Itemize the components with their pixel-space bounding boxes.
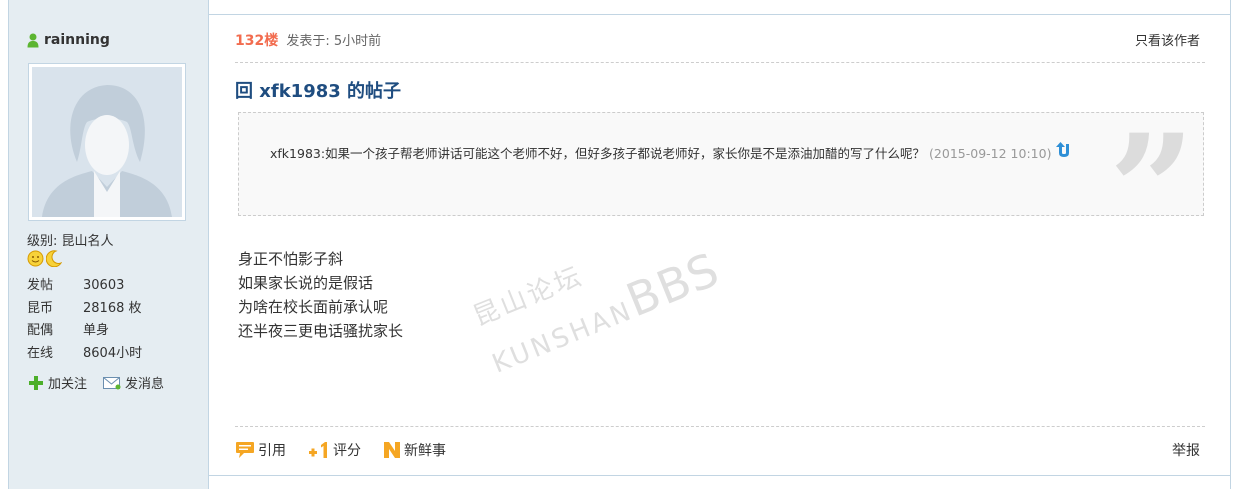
user-actions: 加关注 发消息 (28, 373, 180, 392)
quote-date: (2015-09-12 10:10) (929, 146, 1052, 161)
quote-button[interactable]: 引用 (235, 440, 286, 460)
online-user-icon (27, 33, 39, 48)
floor-number: 132楼 (235, 33, 279, 49)
stat-row: 发帖 30603 (27, 278, 125, 293)
post-body: 身正不怕影子斜 如果家长说的是假话 为啥在校长面前承认呢 还半夜三更电话骚扰家长 (238, 247, 403, 343)
post-time: 发表于: 5小时前 (286, 34, 382, 49)
divider (235, 62, 1205, 63)
rate-button[interactable]: 评分 (308, 440, 361, 460)
moon-icon (45, 250, 63, 271)
quote-text: xfk1983:如果一个孩子帮老师讲话可能这个老师不好，但好多孩子都说老师好，家… (270, 141, 1170, 168)
post-title: 回 xfk1983 的帖子 (235, 81, 402, 102)
post-line: 身正不怕影子斜 (238, 250, 344, 268)
post-line: 如果家长说的是假话 (238, 274, 374, 292)
fresh-label: 新鲜事 (404, 443, 446, 459)
goto-quote-icon[interactable] (1055, 141, 1073, 168)
speech-bubble-icon (236, 442, 254, 458)
stat-row: 配偶 单身 (27, 323, 110, 338)
plus-one-icon (309, 442, 327, 458)
post-footer: 引用 评分 新鲜事 举报 (235, 438, 1205, 462)
fresh-button[interactable]: 新鲜事 (383, 440, 446, 460)
stat-row: 在线 8604小时 (27, 346, 143, 361)
post-line: 为啥在校长面前承认呢 (238, 298, 389, 316)
plus-icon (29, 375, 43, 390)
divider (235, 426, 1205, 427)
follow-button[interactable]: 加关注 (28, 373, 87, 392)
post-line: 还半夜三更电话骚扰家长 (238, 322, 404, 340)
user-info: rainning (27, 31, 110, 49)
avatar[interactable] (28, 63, 186, 221)
quote-label: 引用 (258, 443, 286, 459)
stat-row: 昆币 28168 枚 (27, 301, 142, 316)
n-icon (384, 442, 400, 458)
user-level: 级别: 昆山名人 (27, 234, 114, 249)
author-only-link[interactable]: 只看该作者 (1135, 30, 1200, 49)
sun-icon (27, 250, 44, 271)
level-badges (27, 250, 63, 271)
follow-label: 加关注 (48, 377, 88, 392)
message-label: 发消息 (125, 377, 165, 392)
report-link[interactable]: 举报 (1172, 440, 1200, 460)
send-message-button[interactable]: 发消息 (103, 373, 164, 392)
envelope-icon (103, 376, 121, 389)
username-link[interactable]: rainning (44, 32, 110, 48)
rate-label: 评分 (333, 443, 361, 459)
quote-block: ” xfk1983:如果一个孩子帮老师讲话可能这个老师不好，但好多孩子都说老师好… (238, 112, 1204, 216)
post-meta: 132楼 发表于: 5小时前 只看该作者 (235, 30, 1205, 50)
